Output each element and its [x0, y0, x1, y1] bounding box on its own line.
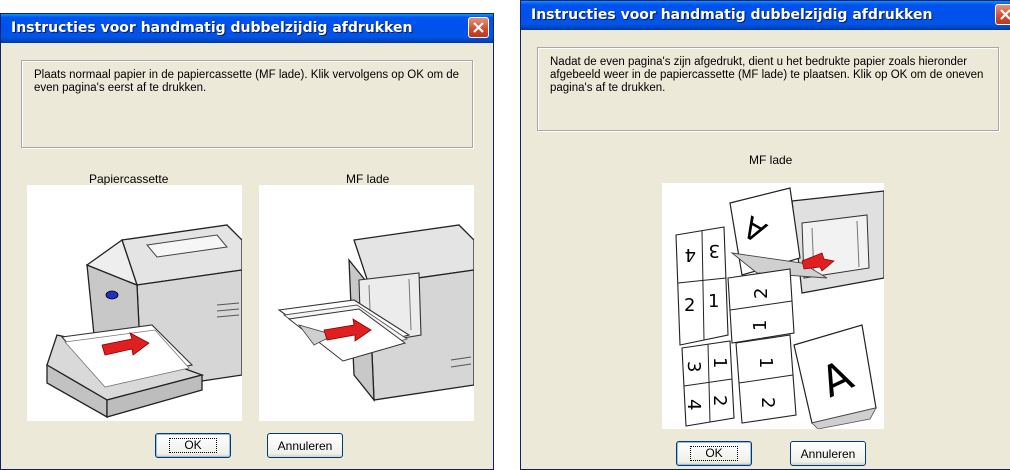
svg-text:4: 4: [683, 399, 704, 410]
paper-cassette-illustration: [27, 185, 242, 421]
dialog-title: Instructies voor handmatig dubbelzijdig …: [11, 20, 413, 36]
cancel-button[interactable]: Annuleren: [267, 433, 343, 458]
svg-text:3: 3: [683, 361, 704, 372]
dialog-odd-pages: Instructies voor handmatig dubbelzijdig …: [520, 0, 1010, 470]
svg-text:2: 2: [751, 288, 772, 299]
svg-text:3: 3: [709, 240, 720, 261]
svg-text:2: 2: [757, 397, 778, 408]
svg-text:1: 1: [755, 357, 776, 368]
mf-tray-illustration: [259, 185, 474, 421]
ok-button-label: OK: [690, 446, 738, 461]
instruction-box: Nadat de even pagina's zijn afgedrukt, d…: [537, 47, 999, 131]
title-bar[interactable]: Instructies voor handmatig dubbelzijdig …: [521, 1, 1010, 30]
instruction-text: Plaats normaal papier in de papiercasset…: [34, 69, 460, 94]
dialog-title: Instructies voor handmatig dubbelzijdig …: [531, 7, 933, 23]
svg-text:1: 1: [750, 320, 771, 331]
mf-tray-label: MF lade: [749, 153, 793, 167]
cancel-button[interactable]: Annuleren: [790, 441, 866, 466]
svg-text:2: 2: [684, 295, 695, 316]
svg-text:1: 1: [708, 291, 719, 312]
page-orientation-illustration: A 4 3 2 1 2 1 3 4 1 2 1 2 A: [662, 183, 884, 429]
cancel-button-label: Annuleren: [800, 446, 856, 461]
close-button[interactable]: [995, 4, 1010, 25]
mf-tray-label: MF lade: [346, 172, 390, 186]
dialog-even-pages: Instructies voor handmatig dubbelzijdig …: [0, 13, 494, 470]
ok-button[interactable]: OK: [676, 441, 752, 466]
svg-text:1: 1: [709, 357, 730, 368]
close-icon: [473, 22, 484, 33]
ok-button[interactable]: OK: [155, 433, 231, 458]
title-bar[interactable]: Instructies voor handmatig dubbelzijdig …: [1, 14, 493, 43]
svg-text:4: 4: [685, 244, 696, 265]
close-button[interactable]: [468, 17, 489, 38]
ok-button-label: OK: [169, 438, 217, 453]
svg-text:2: 2: [709, 395, 730, 406]
close-icon: [1000, 9, 1010, 20]
instruction-box: Plaats normaal papier in de papiercasset…: [21, 60, 473, 148]
paper-cassette-label: Papiercassette: [89, 172, 169, 186]
instruction-text: Nadat de even pagina's zijn afgedrukt, d…: [550, 56, 984, 94]
cancel-button-label: Annuleren: [277, 438, 333, 453]
